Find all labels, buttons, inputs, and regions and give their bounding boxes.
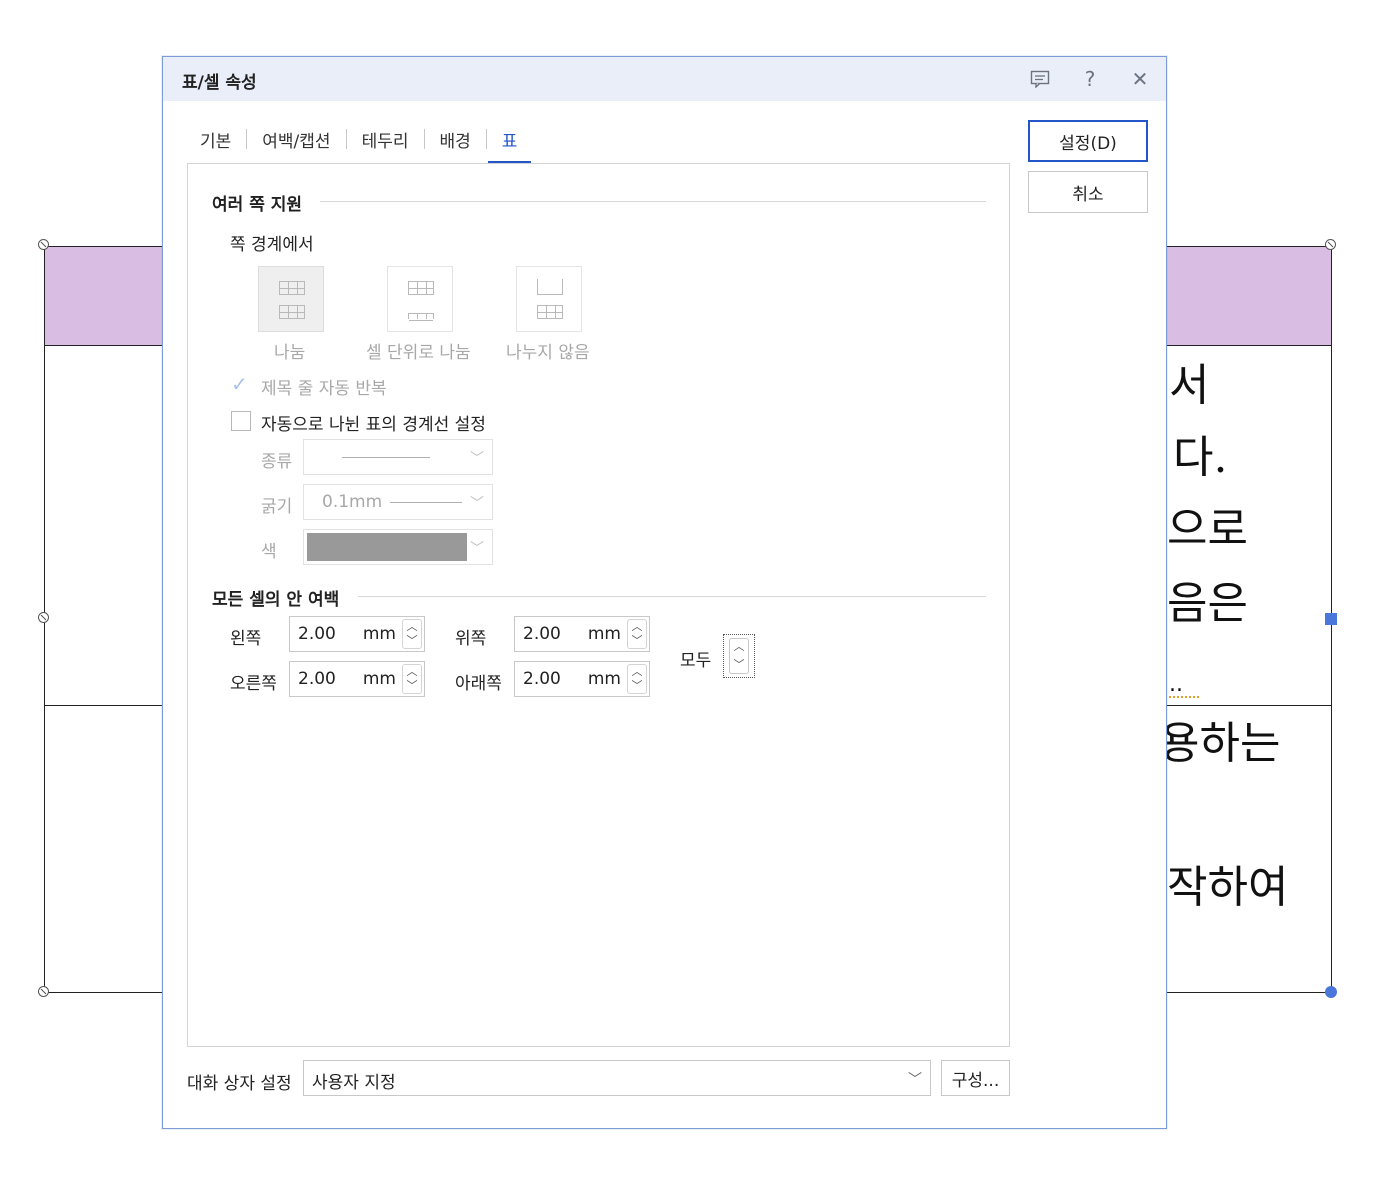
line-thickness-select[interactable]: 0.1mm ﹀	[303, 484, 493, 520]
doc-text-line: 서	[1169, 360, 1210, 411]
margin-right-input[interactable]: 2.00 mm ︿ ﹀	[289, 661, 425, 697]
margin-top-value: 2.00	[523, 624, 561, 644]
dialog-settings-value: 사용자 지정	[312, 1073, 396, 1093]
margin-left-unit: mm	[362, 624, 396, 644]
line-thickness-value: 0.1mm	[322, 492, 383, 512]
table-resize-handle[interactable]	[1325, 239, 1336, 250]
line-thickness-label: 굵기	[261, 497, 293, 517]
margin-left-value: 2.00	[298, 624, 336, 644]
margin-top-unit: mm	[587, 624, 621, 644]
spin-arrows-icon[interactable]: ︿ ﹀	[729, 638, 749, 674]
doc-text-line: 작하여	[1167, 862, 1289, 913]
dialog-settings-label: 대화 상자 설정	[187, 1074, 292, 1094]
table-cell-split-icon	[408, 281, 434, 295]
page-boundary-label: 쪽 경계에서	[230, 235, 314, 255]
line-thickness-preview	[390, 502, 462, 503]
help-icon[interactable]: ?	[1075, 65, 1105, 93]
split-option-cell[interactable]	[387, 266, 453, 332]
margin-right-label: 오른쪽	[230, 674, 277, 694]
table-resize-handle[interactable]	[38, 612, 49, 623]
margin-bottom-label: 아래쪽	[455, 674, 502, 694]
margin-top-input[interactable]: 2.00 mm ︿ ﹀	[514, 616, 650, 652]
document-text-area: 서 다. 으로 음은 .. 용하는 작하여	[1167, 346, 1331, 986]
cell-margin-group-title: 모든 셀의 안 여백	[212, 590, 340, 610]
margin-bottom-input[interactable]: 2.00 mm ︿ ﹀	[514, 661, 650, 697]
spin-arrows-icon[interactable]: ︿ ﹀	[402, 664, 422, 694]
auto-border-label: 자동으로 나뉜 표의 경계선 설정	[261, 415, 486, 435]
spin-arrows-icon[interactable]: ︿ ﹀	[627, 664, 647, 694]
table-cell-properties-dialog: 표/셀 속성 ? ✕ 기본 여백/캡션 테두리 배경 표 설정(D) 취소 여러…	[162, 56, 1167, 1129]
margin-top-label: 위쪽	[455, 629, 487, 649]
configure-button[interactable]: 구성...	[941, 1060, 1010, 1096]
split-option-split[interactable]	[258, 266, 324, 332]
table-cell-split-icon	[408, 313, 434, 321]
split-option-none[interactable]	[516, 266, 582, 332]
spin-arrows-icon[interactable]: ︿ ﹀	[627, 619, 647, 649]
margin-right-unit: mm	[362, 669, 396, 689]
split-option-label: 나눔	[274, 343, 306, 363]
tab-basic[interactable]: 기본	[185, 121, 246, 163]
repeat-header-label: 제목 줄 자동 반복	[261, 379, 387, 399]
line-type-label: 종류	[261, 452, 293, 472]
margin-all-spinner[interactable]: ︿ ﹀	[723, 634, 755, 678]
tab-background[interactable]: 배경	[425, 121, 486, 163]
line-color-label: 색	[261, 542, 277, 562]
line-style-preview	[342, 457, 430, 458]
line-color-select[interactable]: ﹀	[303, 529, 493, 565]
split-option-label: 나누지 않음	[506, 343, 590, 363]
margin-left-label: 왼쪽	[230, 629, 262, 649]
comment-icon[interactable]	[1025, 65, 1055, 93]
doc-text-line: 다.	[1173, 432, 1228, 483]
dialog-title: 표/셀 속성	[182, 73, 257, 93]
chevron-down-icon: ﹀	[470, 451, 484, 467]
chevron-down-icon: ﹀	[470, 496, 484, 512]
doc-text-line: 용하는	[1167, 718, 1281, 769]
dialog-settings-select[interactable]: 사용자 지정 ﹀	[303, 1060, 931, 1096]
multi-page-group-title: 여러 쪽 지원	[212, 195, 303, 215]
tab-margin-caption[interactable]: 여백/캡션	[247, 121, 345, 163]
table-split-icon	[279, 305, 305, 319]
doc-text-line: 으로	[1167, 504, 1248, 555]
margin-right-value: 2.00	[298, 669, 336, 689]
table-resize-handle[interactable]	[38, 986, 49, 997]
margin-left-input[interactable]: 2.00 mm ︿ ﹀	[289, 616, 425, 652]
split-option-label: 셀 단위로 나눔	[366, 343, 471, 363]
table-resize-handle[interactable]	[38, 239, 49, 250]
repeat-header-checkbox[interactable]: ✓	[231, 374, 251, 394]
spin-arrows-icon[interactable]: ︿ ﹀	[402, 619, 422, 649]
line-type-select[interactable]: ﹀	[303, 439, 493, 475]
auto-border-checkbox[interactable]	[231, 411, 251, 431]
line-color-swatch	[307, 533, 467, 561]
table-nosplit-icon	[537, 279, 563, 295]
chevron-down-icon: ﹀	[470, 541, 484, 557]
spell-check-underline	[1169, 696, 1199, 698]
close-icon[interactable]: ✕	[1125, 65, 1155, 93]
dialog-titlebar[interactable]: 표/셀 속성 ? ✕	[163, 57, 1166, 101]
margin-all-label: 모두	[680, 651, 712, 671]
margin-bottom-value: 2.00	[523, 669, 561, 689]
chevron-down-icon: ﹀	[908, 1072, 922, 1088]
group-divider	[320, 201, 986, 202]
cancel-button[interactable]: 취소	[1028, 171, 1148, 213]
tab-border[interactable]: 테두리	[347, 121, 424, 163]
table-split-icon	[279, 281, 305, 295]
tab-table[interactable]: 표	[487, 121, 533, 163]
tab-bar: 기본 여백/캡션 테두리 배경 표	[185, 121, 532, 163]
table-corner-handle[interactable]	[1325, 986, 1337, 998]
group-divider	[358, 596, 986, 597]
table-nosplit-icon	[537, 305, 563, 319]
margin-bottom-unit: mm	[587, 669, 621, 689]
doc-text-line: ..	[1169, 672, 1183, 697]
ok-button[interactable]: 설정(D)	[1028, 120, 1148, 162]
doc-text-line: 음은	[1167, 578, 1248, 629]
tab-panel-table: 여러 쪽 지원 쪽 경계에서 나눔 셀 단위로 나눔 나누지 않음 ✓ 제목 줄…	[187, 163, 1010, 1047]
